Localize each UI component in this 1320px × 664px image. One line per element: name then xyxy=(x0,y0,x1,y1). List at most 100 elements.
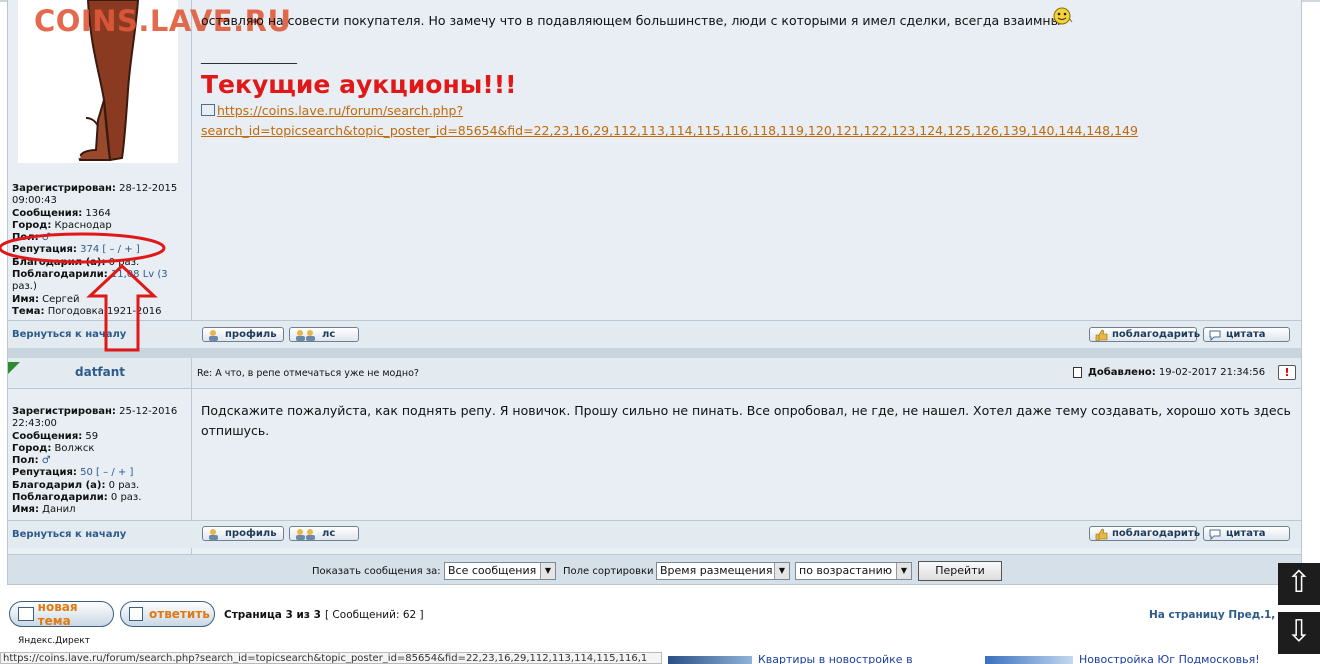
show-select-value: Все сообщения xyxy=(448,564,537,577)
quote-button-2[interactable]: цитата xyxy=(1203,526,1290,541)
pm-label: лс xyxy=(322,528,336,539)
auctions-link-line1[interactable]: https://coins.lave.ru/forum/search.php? xyxy=(217,103,463,118)
quote-button-1[interactable]: цитата xyxy=(1203,327,1290,342)
profile-label: профиль xyxy=(225,329,277,340)
thank-button-1[interactable]: поблагодарить xyxy=(1089,327,1201,342)
male-icon: ♂ xyxy=(41,455,51,467)
pm-button-2[interactable]: лс xyxy=(289,526,359,541)
profile-button-2[interactable]: профиль xyxy=(202,526,284,541)
sort-label: Поле сортировки xyxy=(563,566,654,577)
chevron-down-icon: ▼ xyxy=(540,563,555,579)
quote-icon xyxy=(1208,528,1222,540)
back-to-top-link-2[interactable]: Вернуться к началу xyxy=(12,529,126,540)
post2-message-line2: отпишусь. xyxy=(201,423,270,438)
rep-bracket-close: ] xyxy=(129,467,134,479)
show-select[interactable]: Все сообщения ▼ xyxy=(444,562,556,580)
sort-select[interactable]: Время размещения ▼ xyxy=(656,562,790,580)
ad-image-2[interactable] xyxy=(985,656,1073,664)
post2-author-name[interactable]: datfant xyxy=(75,365,125,379)
pm-label: лс xyxy=(322,329,336,340)
post2-added: Добавлено: 19-02-2017 21:34:56 xyxy=(1088,367,1265,378)
city-value: Волжск xyxy=(54,442,95,454)
annotation-ellipse xyxy=(0,232,166,264)
col-divider-2 xyxy=(191,358,192,585)
thank-label: поблагодарить xyxy=(1112,329,1201,340)
scroll-up-button[interactable]: ⇧ xyxy=(1278,563,1320,605)
thumbs-up-icon xyxy=(1094,329,1108,341)
post1-text-line: оставляю на совести покупателя. Но замеч… xyxy=(201,13,1061,28)
post-marker-icon xyxy=(8,362,20,374)
separator: ________________ xyxy=(201,50,297,64)
ad-link-1[interactable]: Квартиры в новостройке в xyxy=(758,653,913,664)
pm-button-1[interactable]: лс xyxy=(289,327,359,342)
post1-text: оставляю на совести покупателя. Но замеч… xyxy=(201,13,1060,28)
messages-count: [ Сообщений: 62 ] xyxy=(325,609,424,621)
thanked-label: Благодарил (а): xyxy=(12,479,106,491)
post2-subject: Re: А что, в репе отмечаться уже не модн… xyxy=(197,368,419,379)
order-select[interactable]: по возрастанию ▼ xyxy=(795,562,912,580)
goto-page-label[interactable]: На страницу Пред. xyxy=(1149,609,1264,621)
auctions-title: Текущие аукционы!!! xyxy=(201,70,517,99)
user-icon xyxy=(207,329,221,341)
annotation-overlay xyxy=(0,232,166,352)
sex-label: Пол: xyxy=(12,455,39,467)
post-spacer xyxy=(8,348,1301,358)
messages-label: Сообщения: xyxy=(12,430,83,442)
post2-author-info: Зарегистрирован: 25-12-2016 22:43:00 Соо… xyxy=(12,406,190,517)
messages-value: 1364 xyxy=(85,207,111,219)
thumbs-up-icon xyxy=(1094,528,1108,540)
filter-bar xyxy=(8,554,1301,584)
profile-label: профиль xyxy=(225,528,277,539)
report-button[interactable]: ! xyxy=(1278,365,1296,380)
quote-label: цитата xyxy=(1226,528,1266,539)
reply-button[interactable]: ответить xyxy=(120,601,215,627)
rep-bracket-open: [ xyxy=(96,467,100,479)
registered-value: 28-12-2015 xyxy=(119,183,178,194)
users-icon xyxy=(294,528,318,540)
order-select-value: по возрастанию xyxy=(799,564,893,577)
got-thanks-value: 0 раз. xyxy=(110,492,142,504)
registered-time: 22:43:00 xyxy=(12,418,57,430)
go-button[interactable]: Перейти xyxy=(918,561,1002,581)
rep-minus-link[interactable]: – xyxy=(103,467,108,478)
profile-button-1[interactable]: профиль xyxy=(202,327,284,342)
name-value: Данил xyxy=(42,504,76,516)
sort-select-value: Время размещения xyxy=(660,564,773,577)
registered-value: 25-12-2016 xyxy=(119,406,178,417)
post2-message: Подскажите пожалуйста, как поднять репу.… xyxy=(201,401,1291,441)
reputation-label: Репутация: xyxy=(12,467,77,479)
got-thanks-label: Поблагодарили: xyxy=(12,492,108,504)
chevron-down-icon: ▼ xyxy=(774,563,789,579)
auctions-link-line2[interactable]: search_id=topicsearch&topic_poster_id=85… xyxy=(201,123,1138,138)
page-info: Страница 3 из 3 xyxy=(224,609,321,621)
ad-link-2[interactable]: Новостройка Юг Подмосковья! xyxy=(1079,653,1260,664)
reply-label: ответить xyxy=(149,607,210,621)
thank-button-2[interactable]: поблагодарить xyxy=(1089,526,1201,541)
ad-image-1[interactable] xyxy=(668,656,752,664)
new-topic-button[interactable]: новая тема xyxy=(9,600,114,628)
rep-plus-link[interactable]: + xyxy=(118,467,126,478)
external-link-icon xyxy=(201,104,215,116)
registered-time: 09:00:43 xyxy=(12,195,57,207)
reputation-value[interactable]: 50 xyxy=(80,467,93,478)
user-icon xyxy=(207,528,221,540)
show-label: Показать сообщения за: xyxy=(312,566,441,577)
new-topic-icon xyxy=(18,607,34,621)
thank-label: поблагодарить xyxy=(1112,528,1201,539)
added-value: 19-02-2017 21:34:56 xyxy=(1158,367,1266,378)
registered-label: Зарегистрирован: xyxy=(12,183,116,194)
messages-value: 59 xyxy=(85,430,99,442)
reply-icon xyxy=(129,607,143,621)
goto-page-1[interactable]: 1, xyxy=(1264,609,1275,621)
document-icon xyxy=(1073,367,1082,378)
post1-body-col xyxy=(192,0,1301,320)
page: { "watermark": "COINS.LAVE.RU", "post1":… xyxy=(0,0,1320,664)
scroll-down-button[interactable]: ⇩ xyxy=(1278,612,1320,654)
messages-label: Сообщения: xyxy=(12,207,83,219)
name-label: Имя: xyxy=(12,504,39,516)
quote-icon xyxy=(1208,329,1222,341)
status-bar-url: https://coins.lave.ru/forum/search.php?s… xyxy=(0,652,662,664)
quote-label: цитата xyxy=(1226,329,1266,340)
users-icon xyxy=(294,329,318,341)
smiley-icon xyxy=(1050,6,1074,26)
